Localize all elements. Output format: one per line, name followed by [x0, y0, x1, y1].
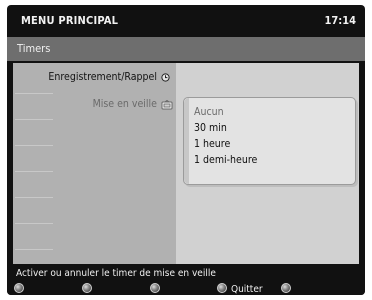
submenu-highlight-bar	[184, 98, 189, 184]
left-menu-panel: Enregistrement/Rappel Mise en veille	[13, 63, 176, 264]
submenu-option-1-demi-heure[interactable]: 1 demi-heure	[194, 152, 257, 168]
remote-button-icon[interactable]	[14, 283, 24, 293]
menu-placeholder-lines	[13, 63, 55, 264]
remote-button-icon[interactable]	[82, 283, 92, 293]
menu-item-label: Enregistrement/Rappel	[48, 71, 157, 83]
help-text: Activer ou annuler le timer de mise en v…	[16, 268, 216, 279]
quit-label: Quitter	[231, 284, 263, 295]
menu-item-label: Mise en veille	[92, 98, 157, 110]
submenu-option-30-min[interactable]: 30 min	[194, 120, 257, 136]
section-title: Timers	[17, 42, 51, 55]
clock-time: 17:14	[324, 14, 356, 27]
remote-button-icon[interactable]	[150, 283, 160, 293]
quit-button-icon[interactable]	[217, 283, 227, 293]
timer-submenu: Aucun 30 min 1 heure 1 demi-heure	[183, 97, 356, 185]
footer-bar: Activer ou annuler le timer de mise en v…	[7, 267, 365, 295]
clock-icon	[161, 72, 170, 82]
menu-item-enregistrement[interactable]: Enregistrement/Rappel	[48, 71, 170, 83]
section-bar: Timers	[7, 37, 365, 61]
submenu-option-aucun[interactable]: Aucun	[194, 104, 257, 120]
tv-screen: MENU PRINCIPAL 17:14 Timers Enregistreme…	[7, 5, 365, 295]
menu-item-mise-en-veille[interactable]: Mise en veille	[92, 98, 173, 110]
remote-button-icon[interactable]	[281, 283, 291, 293]
submenu-option-1-heure[interactable]: 1 heure	[194, 136, 257, 152]
sleep-timer-icon	[161, 99, 173, 109]
menu-title: MENU PRINCIPAL	[21, 14, 119, 27]
